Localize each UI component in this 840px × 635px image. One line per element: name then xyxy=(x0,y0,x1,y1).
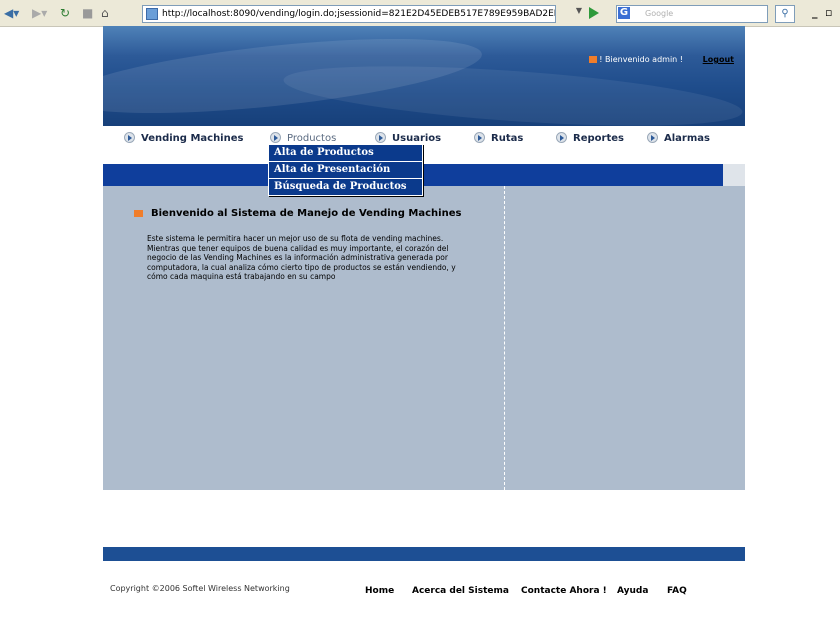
menu-item-busqueda-productos[interactable]: Búsqueda de Productos xyxy=(269,179,422,195)
home-icon[interactable]: ⌂ xyxy=(101,5,109,21)
copyright-text: Copyright ©2006 Softel Wireless Networki… xyxy=(110,584,290,593)
main-nav: Vending Machines Productos Usuarios Ruta… xyxy=(103,126,745,164)
forward-icon[interactable]: ▶▾ xyxy=(32,5,47,21)
heading-text: Bienvenido al Sistema de Manejo de Vendi… xyxy=(151,208,462,219)
minimize-icon[interactable]: _ xyxy=(812,6,818,19)
nav-label: Productos xyxy=(287,133,337,144)
search-icon[interactable]: ⚲ xyxy=(775,5,795,23)
go-icon[interactable] xyxy=(589,7,599,19)
browser-toolbar: ◀▾ ▶▾ ↻ ■ ⌂ http://localhost:8090/vendin… xyxy=(0,0,840,27)
nav-label: Usuarios xyxy=(392,133,442,144)
nav-item-rutas[interactable]: Rutas xyxy=(474,132,523,144)
nav-item-alarmas[interactable]: Alarmas xyxy=(647,132,710,144)
footer-link-home[interactable]: Home xyxy=(365,586,394,596)
google-icon[interactable]: G xyxy=(618,7,630,19)
arrow-bullet-icon xyxy=(270,132,281,143)
nav-label: Vending Machines xyxy=(141,133,244,144)
stop-icon[interactable]: ■ xyxy=(82,5,93,21)
page-icon xyxy=(146,8,158,20)
logout-link[interactable]: Logout xyxy=(703,55,734,64)
column-divider xyxy=(504,186,505,490)
nav-label: Reportes xyxy=(573,133,624,144)
arrow-bullet-icon xyxy=(556,132,567,143)
heading-icon xyxy=(134,209,143,217)
productos-dropdown: Alta de Productos Alta de Presentación B… xyxy=(268,144,423,196)
address-bar[interactable]: http://localhost:8090/vending/login.do;j… xyxy=(142,5,556,23)
nav-item-productos[interactable]: Productos xyxy=(270,132,336,144)
footer-bar xyxy=(103,547,745,561)
arrow-bullet-icon xyxy=(124,132,135,143)
welcome-text: ! Bienvenido admin ! xyxy=(599,55,683,64)
menu-item-alta-presentacion[interactable]: Alta de Presentación xyxy=(269,162,422,179)
user-icon xyxy=(589,56,598,63)
main-content: Bienvenido al Sistema de Manejo de Vendi… xyxy=(103,186,745,490)
welcome-message: ! Bienvenido admin ! xyxy=(589,55,683,64)
search-box[interactable]: G Google xyxy=(616,5,768,23)
intro-paragraph: Este sistema le permitira hacer un mejor… xyxy=(147,234,456,282)
url-dropdown-icon[interactable]: ▼ xyxy=(573,6,585,20)
header-banner: ! Bienvenido admin ! Logout xyxy=(103,26,745,126)
footer-link-contacte[interactable]: Contacte Ahora ! xyxy=(521,586,607,596)
reload-icon[interactable]: ↻ xyxy=(60,5,70,21)
url-text: http://localhost:8090/vending/login.do;j… xyxy=(162,9,556,19)
search-placeholder: Google xyxy=(645,9,674,18)
arrow-bullet-icon xyxy=(474,132,485,143)
nav-item-usuarios[interactable]: Usuarios xyxy=(375,132,441,144)
footer-link-ayuda[interactable]: Ayuda xyxy=(617,586,648,596)
back-icon[interactable]: ◀▾ xyxy=(4,5,19,21)
arrow-bullet-icon xyxy=(375,132,386,143)
footer-link-faq[interactable]: FAQ xyxy=(667,586,687,596)
menu-item-alta-productos[interactable]: Alta de Productos xyxy=(269,145,422,162)
footer-link-acerca[interactable]: Acerca del Sistema xyxy=(412,586,509,596)
welcome-heading: Bienvenido al Sistema de Manejo de Vendi… xyxy=(134,208,461,219)
nav-item-reportes[interactable]: Reportes xyxy=(556,132,624,144)
nav-label: Rutas xyxy=(491,133,524,144)
nav-underbar-end xyxy=(723,164,745,186)
nav-label: Alarmas xyxy=(664,133,710,144)
arrow-bullet-icon xyxy=(647,132,658,143)
nav-item-vending-machines[interactable]: Vending Machines xyxy=(124,132,243,144)
maximize-icon[interactable]: ▫ xyxy=(825,6,832,19)
